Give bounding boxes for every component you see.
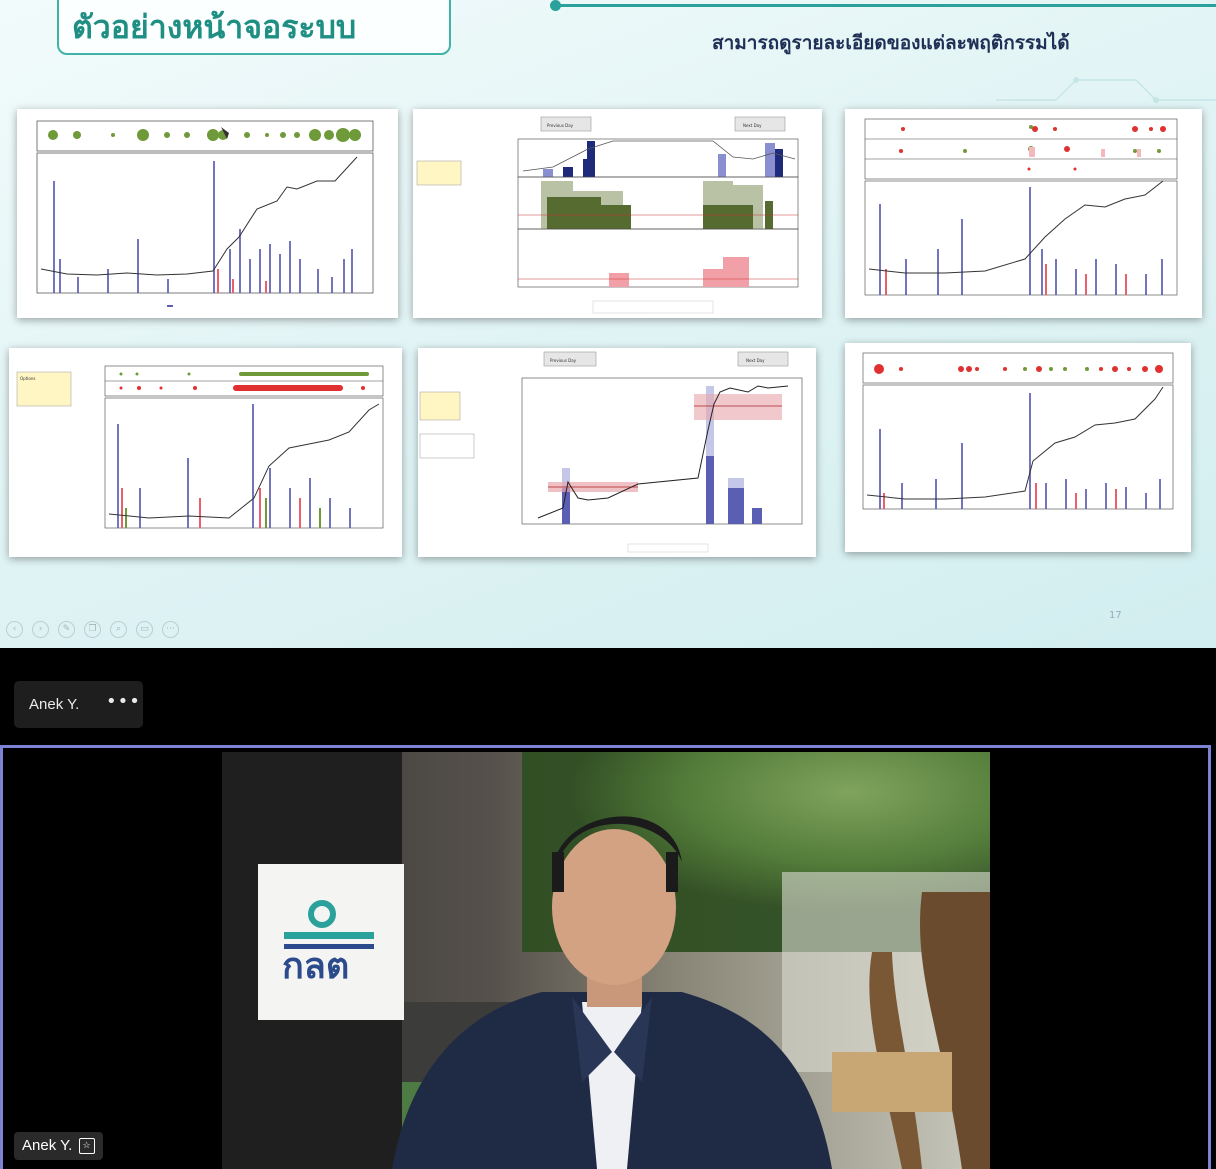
options-label: Options [20,376,35,381]
slide-subtitle: สามารถดูรายละเอียดของแต่ละพฤติกรรมได้ [712,32,1070,54]
chart-bubble-red-green [862,352,1174,510]
slide-controls: ‹ › ✎ ❐ ⌕ ▭ ⋯ [6,621,179,638]
slide-number: 17 [1109,610,1122,621]
pin-icon[interactable]: ☆ [78,1138,95,1155]
legend-box [419,391,461,421]
screenshot-panel-1 [17,109,398,318]
sec-logo-board [258,864,404,1020]
copy-icon[interactable]: ❐ [84,621,101,638]
slide-title: ตัวอย่างหน้าจอระบบ [72,8,357,46]
prev-icon[interactable]: ‹ [6,621,23,638]
tile-name-label: Anek Y. ☆ [14,1132,103,1160]
chart-intraday-detail: Previous Day Next Day [416,116,799,314]
screenshot-panel-5: Previous Day Next Day [418,348,816,557]
speaker-name: Anek Y. [29,696,80,713]
zoom-icon[interactable]: ⌕ [110,621,127,638]
chart-multi-bubble [864,118,1178,296]
subtitle-icon[interactable]: ▭ [136,621,153,638]
chart-options-bubble: Options [16,365,384,529]
screenshot-panel-2: Previous Day Next Day [413,109,822,318]
chart-bubble-volume-price-1 [36,120,374,307]
next-day-label: Next Day [746,358,765,363]
previous-day-label: Previous Day [550,358,577,363]
speaker-name-chip[interactable]: Anek Y. ••• [14,681,143,728]
screenshot-panel-3 [845,109,1202,318]
header-line [556,4,1216,7]
legend-box [416,160,462,186]
tile-name: Anek Y. [22,1137,73,1154]
screenshot-panel-6 [845,343,1191,552]
chart-intraday-support: Previous Day Next Day [419,351,803,553]
more-icon[interactable]: ⋯ [162,621,179,638]
speaker-video: กลต [222,752,990,1169]
display-options-box [419,433,475,459]
presentation-slide: ตัวอย่างหน้าจอระบบ สามารถดูรายละเอียดของ… [0,0,1216,648]
next-day-label: Next Day [743,123,762,128]
screenshot-panel-4: Options [9,348,402,557]
previous-day-label: Previous Day [547,123,574,128]
bubble-row [48,128,361,142]
more-options-icon[interactable]: ••• [106,691,141,712]
play-icon[interactable]: › [32,621,49,638]
pen-icon[interactable]: ✎ [58,621,75,638]
sec-logo-text: กลต [282,946,349,987]
